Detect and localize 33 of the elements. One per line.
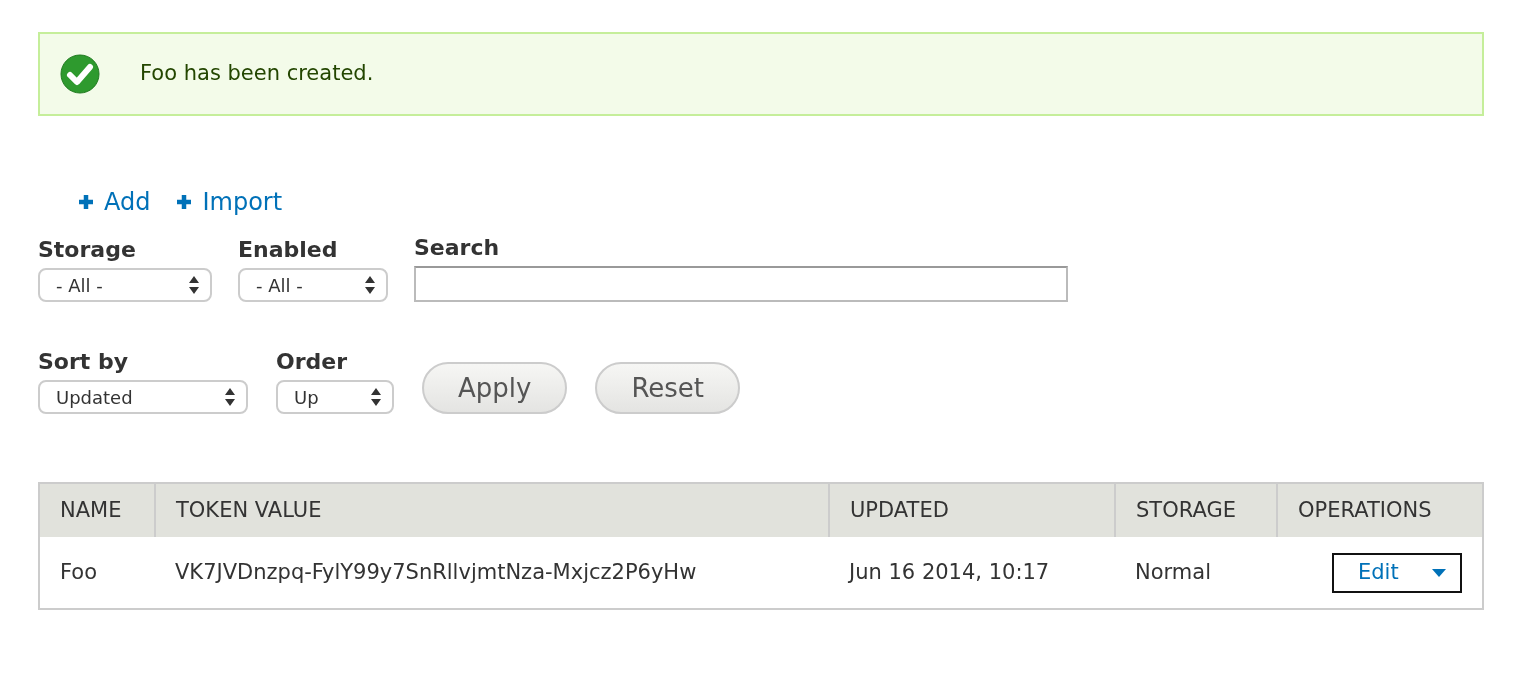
arrows-icon [188,275,200,296]
table-cell: Foo [39,537,155,610]
form-button[interactable]: Apply [422,362,568,415]
check-icon [60,54,100,94]
form-button[interactable]: Reset [595,362,741,415]
select-field[interactable]: - All - [238,268,388,303]
arrows-icon [370,387,382,408]
select-field[interactable]: - All - [38,268,212,303]
arrows-icon [364,275,376,296]
column-header: TOKEN VALUE [155,483,829,538]
plus-icon [78,194,94,210]
table-cell: Jun 16 2014, 10:17 [829,537,1115,610]
caret-icon [1432,568,1446,577]
table-cell: Normal [1115,537,1277,610]
message-text: Foo has been created. [140,60,374,88]
field-label: Enabled [238,238,339,263]
column-header: UPDATED [829,483,1115,538]
field-label: Search [414,236,501,261]
table-cell: VK7JVDnzpq-FylY99y7SnRllvjmtNza-Mxjcz2P6yHw [155,537,829,610]
column-header: STORAGE [1115,483,1277,538]
edit-button[interactable]: Edit [1332,552,1462,593]
select-field[interactable]: Updated [38,380,248,415]
field-label: Storage [38,238,137,263]
plus-icon [176,194,193,210]
select-field[interactable]: Up [276,380,394,415]
arrows-icon [224,387,236,408]
field-label: Sort by [38,350,130,375]
action-link[interactable]: Import [176,168,283,236]
field-label: Order [276,350,349,375]
column-header: OPERATIONS [1277,483,1483,538]
action-link[interactable]: Add [78,168,151,236]
search-field[interactable] [414,266,1068,303]
column-header: NAME [39,483,155,538]
